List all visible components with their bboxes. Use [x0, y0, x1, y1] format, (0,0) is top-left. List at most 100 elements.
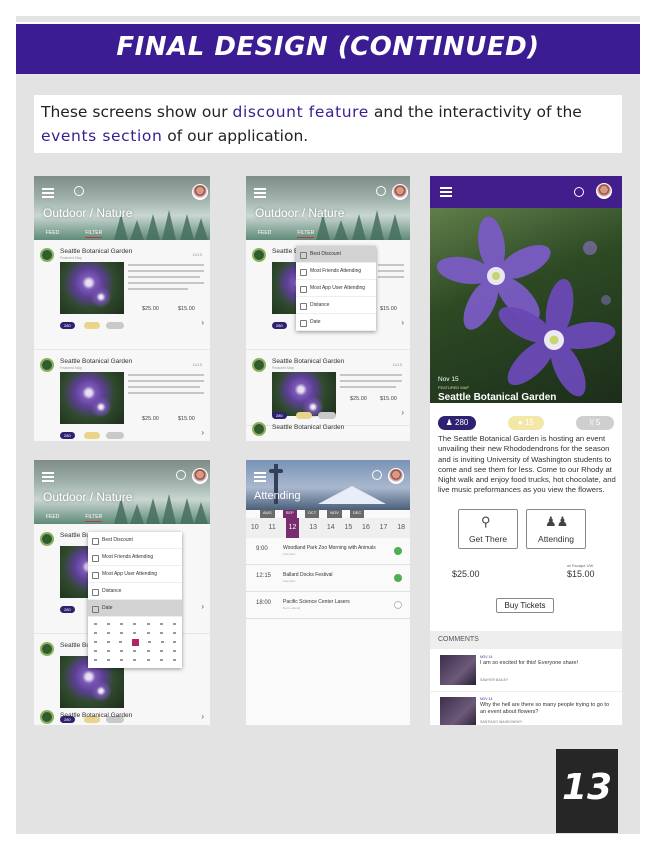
event-card[interactable]: Seattle Botanical Garden Featured Map 11… — [246, 350, 410, 426]
get-there-label: Get There — [468, 534, 508, 544]
event-row[interactable]: 9:00 Woodland Park Zoo Morning with Anim… — [246, 538, 410, 565]
buy-tickets-button[interactable]: Buy Tickets — [496, 598, 554, 613]
avatar[interactable] — [192, 468, 208, 484]
filter-date[interactable]: Date — [88, 600, 182, 617]
event-row[interactable]: 12:15 Ballard Docks Festival Attended — [246, 565, 410, 592]
comments-count: 15 — [525, 418, 534, 427]
screen-event-detail: Nov 15 FEATURED MAP Seattle Botanical Ga… — [430, 176, 622, 725]
month-nov[interactable]: NOV — [327, 510, 342, 518]
menu-icon[interactable] — [42, 188, 54, 200]
shares-badge[interactable] — [106, 432, 124, 439]
event-card[interactable]: Seattle Botanical Garden Featured Map 11… — [34, 350, 210, 441]
month-dec[interactable]: DEC — [349, 510, 365, 518]
filter-best-discount[interactable]: Best Discount — [296, 246, 376, 263]
filter-best-discount[interactable]: Best Discount — [88, 532, 182, 549]
likes-badge[interactable]: ♟ 280 — [438, 416, 476, 430]
filter-most-app-users[interactable]: Most App User Attending — [88, 566, 182, 583]
date-item[interactable]: 11 — [269, 518, 276, 538]
search-icon[interactable] — [376, 186, 386, 196]
shares-badge[interactable]: ⩆ 5 — [576, 416, 614, 430]
avatar[interactable] — [192, 184, 208, 200]
tab-feed[interactable]: FEED — [258, 230, 271, 236]
date-picker-calendar[interactable] — [88, 617, 182, 668]
avatar[interactable] — [388, 468, 404, 484]
event-stats: ♟ 280 ● 15 ⩆ 5 — [430, 413, 622, 435]
menu-icon[interactable] — [254, 188, 266, 200]
chevron-right-icon[interactable]: › — [201, 602, 204, 611]
search-icon[interactable] — [74, 186, 84, 196]
category-title: Outdoor / Nature — [43, 490, 133, 504]
attending-button[interactable]: ♟♟ Attending — [526, 509, 586, 549]
avatar[interactable] — [392, 184, 408, 200]
tab-filter[interactable]: FILTER — [85, 230, 103, 238]
comment-avatar[interactable] — [440, 655, 476, 685]
event-row[interactable]: 18:00 Pacific Science Center Lasers Not … — [246, 592, 410, 619]
event-photo — [430, 208, 622, 403]
shares-badge[interactable] — [318, 412, 336, 419]
search-icon[interactable] — [372, 470, 382, 480]
feed-tabs: FEED FILTER — [46, 514, 128, 522]
feed-hero: Outdoor / Nature FEED FILTER — [34, 176, 210, 240]
chevron-right-icon[interactable]: › — [201, 428, 204, 437]
card-title: Seattle Botanical Garden — [60, 712, 133, 719]
shares-badge[interactable] — [106, 322, 124, 329]
date-item[interactable]: 14 — [327, 518, 335, 538]
date-item[interactable]: 18 — [397, 518, 405, 538]
avatar[interactable] — [596, 183, 612, 199]
date-item[interactable]: 13 — [309, 518, 317, 538]
likes-badge[interactable]: 280 — [60, 606, 75, 613]
search-icon[interactable] — [574, 187, 584, 197]
flower-image — [272, 372, 336, 418]
filter-most-friends[interactable]: Most Friends Attending — [88, 549, 182, 566]
intro-text: These screens show our discount feature … — [34, 95, 622, 153]
likes-badge[interactable]: 280 — [60, 432, 75, 439]
date-item[interactable]: 16 — [362, 518, 370, 538]
comments-badge[interactable] — [84, 432, 100, 439]
filter-most-friends[interactable]: Most Friends Attending — [296, 263, 376, 280]
menu-icon[interactable] — [254, 472, 266, 484]
event-description: The Seattle Botanical Garden is hosting … — [438, 434, 616, 495]
comment-avatar[interactable] — [440, 697, 476, 725]
event-card[interactable]: Seattle Botanical Garden Featured Map 11… — [34, 240, 210, 350]
chevron-right-icon[interactable]: › — [201, 712, 204, 721]
tab-filter[interactable]: FILTER — [297, 230, 315, 238]
discount-price: $15.00 — [178, 306, 195, 312]
comments-badge[interactable]: ● 15 — [508, 416, 544, 430]
chevron-right-icon[interactable]: › — [401, 318, 404, 327]
tab-feed[interactable]: FEED — [46, 230, 59, 236]
chevron-right-icon[interactable]: › — [201, 318, 204, 327]
chevron-right-icon[interactable]: › — [401, 408, 404, 417]
month-sep[interactable]: SEP — [282, 510, 297, 518]
tab-filter[interactable]: FILTER — [85, 514, 103, 522]
search-icon[interactable] — [176, 470, 186, 480]
comment-user[interactable]: SANTIAGO WASKOWSKY — [480, 720, 522, 724]
feed-hero: Outdoor / Nature FEED FILTER — [246, 176, 410, 240]
month-aug[interactable]: AUG — [260, 510, 275, 518]
month-oct[interactable]: OCT — [304, 510, 320, 518]
get-there-button[interactable]: ⚲ Get There — [458, 509, 518, 549]
date-item[interactable]: 17 — [380, 518, 388, 538]
likes-badge[interactable]: 280 — [60, 322, 75, 329]
likes-badge[interactable]: 280 — [272, 412, 287, 419]
filter-distance[interactable]: Distance — [296, 297, 376, 314]
likes-badge[interactable]: 280 — [272, 322, 287, 329]
filter-distance[interactable]: Distance — [88, 583, 182, 600]
comment-date: NOV 14 — [480, 697, 493, 701]
attending-title: Attending — [254, 490, 301, 502]
comments-badge[interactable] — [84, 322, 100, 329]
unchecked-circle-icon[interactable] — [394, 601, 402, 609]
attended-check-icon[interactable] — [394, 547, 402, 555]
menu-icon[interactable] — [42, 472, 54, 484]
org-logo — [40, 532, 54, 546]
date-item[interactable]: 15 — [344, 518, 352, 538]
attended-check-icon[interactable] — [394, 574, 402, 582]
date-item[interactable]: 10 — [251, 518, 259, 538]
menu-icon[interactable] — [440, 187, 452, 199]
tab-feed[interactable]: FEED — [46, 514, 59, 520]
card-subtitle: Featured Map — [60, 366, 82, 370]
date-item-selected[interactable]: 12 — [285, 518, 300, 538]
filter-date[interactable]: Date — [296, 314, 376, 331]
comment-user[interactable]: SAWYER BAILEY — [480, 678, 508, 682]
filter-most-app-users[interactable]: Most App User Attending — [296, 280, 376, 297]
comments-badge[interactable] — [296, 412, 312, 419]
